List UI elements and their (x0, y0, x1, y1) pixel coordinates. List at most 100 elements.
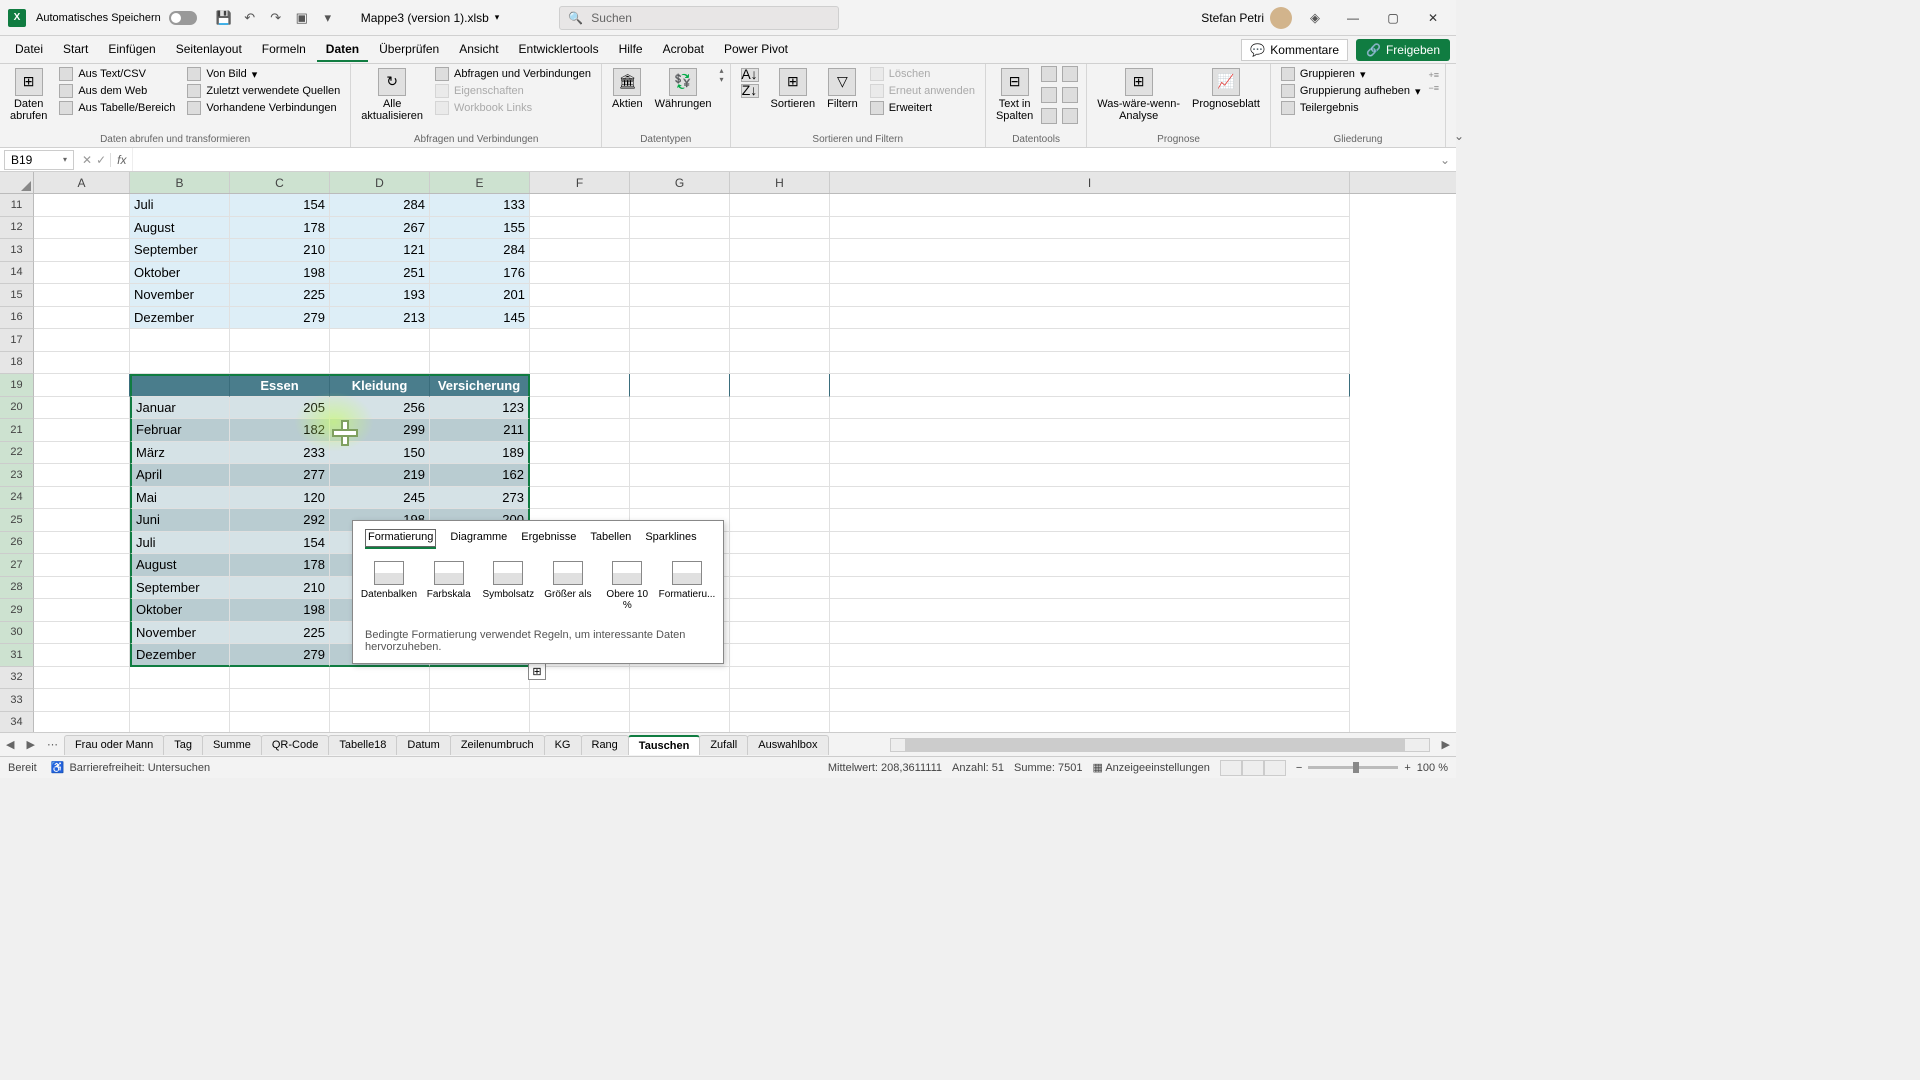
sheet-tab[interactable]: Tag (163, 735, 203, 755)
cell[interactable]: 198 (230, 262, 330, 285)
cell[interactable] (530, 239, 630, 262)
cell[interactable] (830, 577, 1350, 600)
cell[interactable] (34, 239, 130, 262)
row-header[interactable]: 19 (0, 374, 34, 397)
cell[interactable] (830, 689, 1350, 712)
cell[interactable] (730, 554, 830, 577)
qa-tab-tabellen[interactable]: Tabellen (590, 529, 631, 549)
sort-az-button[interactable]: A↓Z↓ (737, 66, 763, 102)
cell[interactable] (34, 217, 130, 240)
row-header[interactable]: 34 (0, 712, 34, 733)
row-header[interactable]: 24 (0, 487, 34, 510)
sheet-tab[interactable]: Summe (202, 735, 262, 755)
name-box[interactable]: B19▾ (4, 150, 74, 170)
cell[interactable]: 145 (430, 307, 530, 330)
cell[interactable] (830, 217, 1350, 240)
cell[interactable]: 133 (430, 194, 530, 217)
row-header[interactable]: 29 (0, 599, 34, 622)
cell[interactable] (34, 374, 130, 397)
menu-tab-einfügen[interactable]: Einfügen (99, 38, 164, 62)
cell[interactable] (130, 329, 230, 352)
tool-icon[interactable] (1041, 108, 1057, 124)
cell[interactable]: November (130, 622, 230, 645)
cell[interactable]: Dezember (130, 307, 230, 330)
undo-icon[interactable]: ↶ (241, 9, 259, 27)
cell[interactable] (430, 689, 530, 712)
menu-tab-ansicht[interactable]: Ansicht (450, 38, 507, 62)
autosave-toggle[interactable] (169, 11, 197, 25)
menu-tab-start[interactable]: Start (54, 38, 97, 62)
cell[interactable]: 284 (430, 239, 530, 262)
cell[interactable] (630, 442, 730, 465)
cell[interactable] (330, 352, 430, 375)
cell[interactable]: Juli (130, 532, 230, 555)
cell[interactable] (34, 329, 130, 352)
advanced-filter[interactable]: Erweitert (866, 100, 979, 116)
from-table[interactable]: Aus Tabelle/Bereich (55, 100, 179, 116)
cell[interactable] (730, 194, 830, 217)
cell[interactable] (530, 217, 630, 240)
cell[interactable]: 225 (230, 284, 330, 307)
cell[interactable] (34, 509, 130, 532)
cell[interactable]: 178 (230, 217, 330, 240)
row-header[interactable]: 18 (0, 352, 34, 375)
cell[interactable] (830, 397, 1350, 420)
comments-button[interactable]: 💬 Kommentare (1241, 39, 1348, 61)
row-header[interactable]: 21 (0, 419, 34, 442)
menu-tab-hilfe[interactable]: Hilfe (610, 38, 652, 62)
ungroup-button[interactable]: Gruppierung aufheben ▾ (1277, 83, 1425, 99)
cell[interactable]: Essen (230, 374, 330, 397)
select-all-corner[interactable] (0, 172, 34, 193)
cell[interactable] (730, 464, 830, 487)
cell[interactable]: 154 (230, 194, 330, 217)
user-account[interactable]: Stefan Petri (1201, 7, 1292, 29)
tool-icon[interactable] (1062, 87, 1078, 103)
cell[interactable] (530, 374, 630, 397)
cell[interactable]: 273 (430, 487, 530, 510)
row-header[interactable]: 17 (0, 329, 34, 352)
cell[interactable] (830, 419, 1350, 442)
cell[interactable]: 176 (430, 262, 530, 285)
menu-tab-acrobat[interactable]: Acrobat (654, 38, 713, 62)
view-layout-icon[interactable] (1242, 760, 1264, 776)
cell[interactable] (830, 307, 1350, 330)
horizontal-scrollbar[interactable] (890, 738, 1430, 752)
cell[interactable] (330, 712, 430, 733)
cell[interactable] (830, 284, 1350, 307)
cell[interactable] (34, 599, 130, 622)
col-header-C[interactable]: C (230, 172, 330, 193)
cell[interactable] (530, 284, 630, 307)
qa-item[interactable]: Formatieru... (661, 561, 713, 611)
cell[interactable]: 201 (430, 284, 530, 307)
cell[interactable]: 205 (230, 397, 330, 420)
cell[interactable]: 155 (430, 217, 530, 240)
row-header[interactable]: 25 (0, 509, 34, 532)
cell[interactable] (34, 554, 130, 577)
cell[interactable]: Oktober (130, 262, 230, 285)
redo-icon[interactable]: ↷ (267, 9, 285, 27)
row-header[interactable]: 31 (0, 644, 34, 667)
cell[interactable] (230, 667, 330, 690)
cell[interactable] (830, 644, 1350, 667)
diamond-icon[interactable]: ◈ (1306, 9, 1324, 27)
col-header-A[interactable]: A (34, 172, 130, 193)
cell[interactable]: Februar (130, 419, 230, 442)
cell[interactable] (730, 532, 830, 555)
menu-tab-seitenlayout[interactable]: Seitenlayout (167, 38, 251, 62)
cell[interactable] (730, 239, 830, 262)
cell[interactable] (130, 352, 230, 375)
view-normal-icon[interactable] (1220, 760, 1242, 776)
cell[interactable] (530, 352, 630, 375)
cell[interactable] (630, 307, 730, 330)
cell[interactable] (530, 712, 630, 733)
menu-tab-datei[interactable]: Datei (6, 38, 52, 62)
cell[interactable] (830, 532, 1350, 555)
subtotal-button[interactable]: Teilergebnis (1277, 100, 1425, 116)
menu-tab-power pivot[interactable]: Power Pivot (715, 38, 797, 62)
cell[interactable]: 267 (330, 217, 430, 240)
col-header-I[interactable]: I (830, 172, 1350, 193)
cell[interactable] (230, 689, 330, 712)
cell[interactable]: 154 (230, 532, 330, 555)
sheet-nav-prev[interactable]: ◀ (0, 738, 20, 751)
cell[interactable] (430, 329, 530, 352)
